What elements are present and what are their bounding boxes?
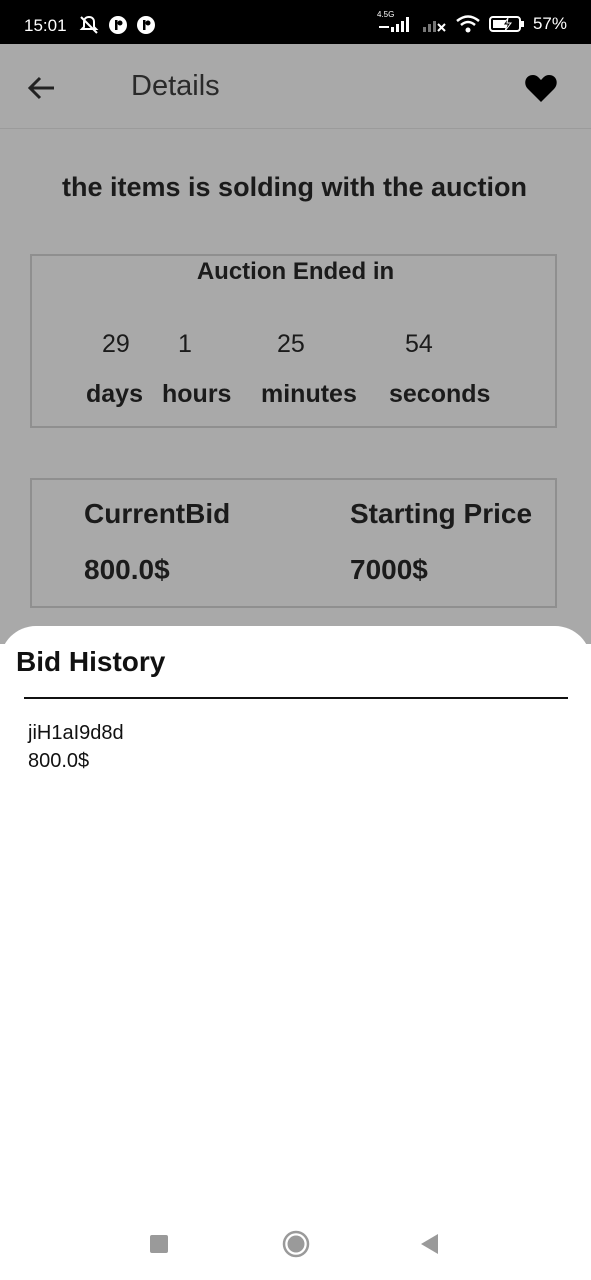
status-bar: 15:01 4.5G 57% <box>0 0 591 44</box>
bid-history-amount: 800.0$ <box>28 750 90 772</box>
minutes-label: minutes <box>261 380 357 408</box>
minutes-value: 25 <box>277 330 305 358</box>
cellular-signal-icon: 4.5G <box>377 10 413 34</box>
bid-history-bidder: jiH1aI9d8d <box>28 722 124 744</box>
current-bid-label: CurrentBid <box>84 498 231 529</box>
starting-price-value: 7000$ <box>350 554 428 585</box>
wifi-icon <box>456 15 480 33</box>
app-notification-icon-2 <box>137 16 155 34</box>
no-signal-icon <box>422 21 446 32</box>
bid-history-divider <box>24 697 568 699</box>
seconds-value: 54 <box>405 330 433 358</box>
app-notification-icon <box>109 16 127 34</box>
days-value: 29 <box>102 330 130 358</box>
current-bid-value: 800.0$ <box>84 554 170 585</box>
hours-label: hours <box>162 380 232 408</box>
days-label: days <box>86 380 143 408</box>
status-notification-icons <box>78 14 156 36</box>
seconds-label: seconds <box>389 380 491 408</box>
muted-bell-icon <box>79 15 99 34</box>
battery-percent: 57% <box>532 14 567 33</box>
status-time: 15:01 <box>24 16 67 35</box>
starting-price-label: Starting Price <box>350 498 533 529</box>
battery-charging-icon <box>488 16 524 32</box>
arrow-left-icon[interactable] <box>26 72 58 104</box>
auction-timer-title: Auction Ended in <box>196 258 395 285</box>
app-bar: Details <box>0 44 591 129</box>
home-circle-icon[interactable] <box>281 1229 311 1259</box>
heart-icon[interactable] <box>523 70 559 106</box>
system-nav-bar <box>0 1215 591 1280</box>
bid-history-title: Bid History <box>16 646 166 677</box>
recents-square-icon[interactable] <box>148 1233 170 1255</box>
status-system-icons: 4.5G 57% <box>377 10 567 34</box>
page-title: Details <box>131 70 220 102</box>
back-triangle-icon[interactable] <box>418 1232 440 1256</box>
hours-value: 1 <box>178 330 192 358</box>
item-heading: the items is solding with the auction <box>62 172 528 202</box>
